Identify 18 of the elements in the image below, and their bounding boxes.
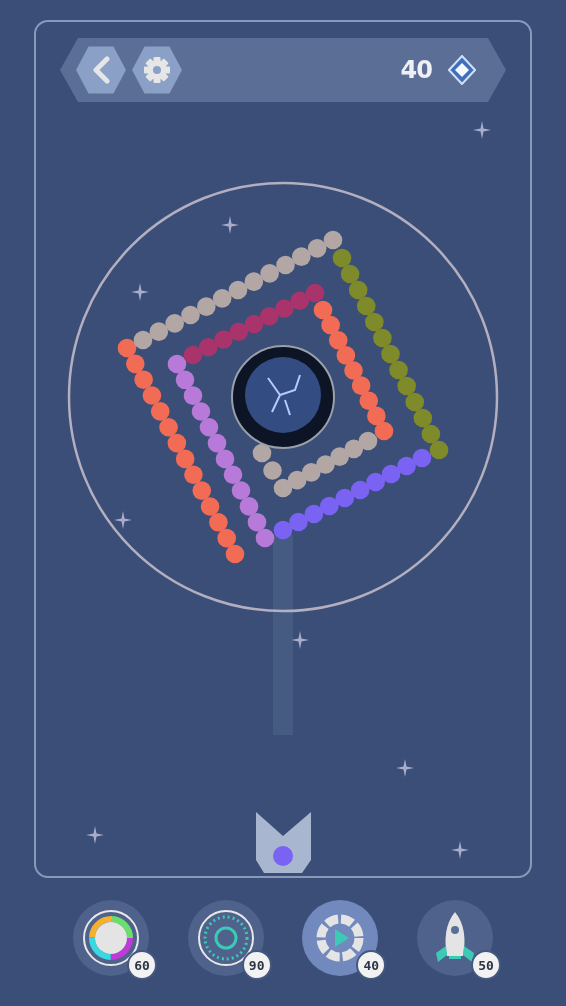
count-badge: 90 [241,950,272,980]
diamond-icon [448,55,476,85]
count-badge: 50 [470,950,501,980]
settings-icon [143,56,171,84]
star-icon [86,826,104,844]
count-badge: 40 [356,950,387,980]
gem-count: 40 [400,56,432,84]
star-icon [473,121,491,139]
star-icon [396,759,414,777]
star-icon [114,511,132,529]
star-icon [291,631,309,649]
play-dial-icon [316,914,365,962]
star-icon [131,283,149,301]
back-icon [91,56,111,84]
count-badge: 60 [127,950,157,980]
star-icon [221,216,239,234]
loaded-ball [273,846,293,866]
star-icon [451,841,469,859]
